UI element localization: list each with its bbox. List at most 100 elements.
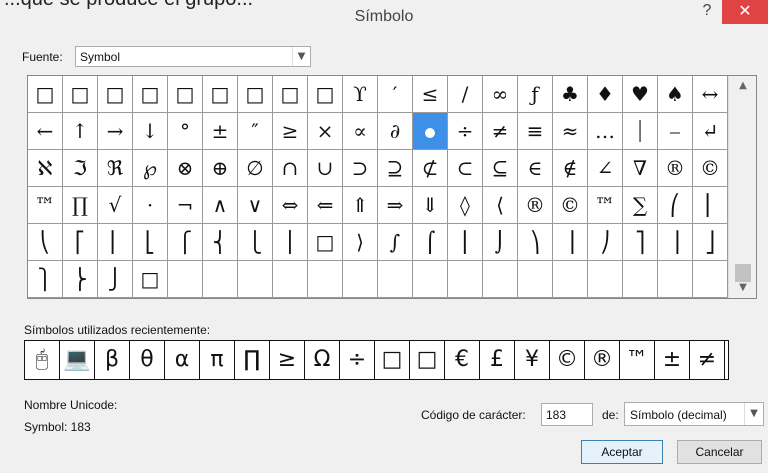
symbol-cell[interactable]: ∂ xyxy=(378,113,413,150)
symbol-cell[interactable]: ⎩ xyxy=(238,224,273,261)
symbol-cell[interactable]: ™ xyxy=(28,187,63,224)
symbol-cell[interactable]: ⊇ xyxy=(378,150,413,187)
symbol-cell[interactable] xyxy=(378,261,413,298)
symbol-cell[interactable]: ♣ xyxy=(553,76,588,113)
recent-symbol-cell[interactable]: α xyxy=(165,341,200,379)
symbol-cell[interactable]: ⇔ xyxy=(273,187,308,224)
chevron-down-icon[interactable]: ▼ xyxy=(292,47,310,66)
symbol-cell[interactable] xyxy=(588,261,623,298)
symbol-cell[interactable]: ⎜ xyxy=(693,187,728,224)
symbol-cell[interactable]: ∝ xyxy=(343,113,378,150)
symbol-cell[interactable] xyxy=(483,261,518,298)
symbol-cell[interactable] xyxy=(448,261,483,298)
symbol-cell[interactable]: ⇑ xyxy=(343,187,378,224)
recent-symbol-cell[interactable]: ® xyxy=(585,341,620,379)
symbol-cell[interactable]: ∧ xyxy=(203,187,238,224)
font-dropdown[interactable]: Symbol ▼ xyxy=(75,46,311,67)
symbol-cell[interactable] xyxy=(168,261,203,298)
symbol-cell[interactable]: ⇓ xyxy=(413,187,448,224)
symbol-cell[interactable]: ′ xyxy=(378,76,413,113)
symbol-cell[interactable]: ∑ xyxy=(623,187,658,224)
recent-symbol-cell[interactable]: ™ xyxy=(620,341,655,379)
symbol-cell[interactable]: © xyxy=(553,187,588,224)
chevron-down-icon[interactable]: ▼ xyxy=(744,403,763,425)
symbol-cell[interactable]: ℑ xyxy=(63,150,98,187)
recent-symbol-cell[interactable]: ¥ xyxy=(515,341,550,379)
symbol-cell[interactable]: □ xyxy=(63,76,98,113)
symbol-cell[interactable]: ⎝ xyxy=(28,224,63,261)
symbol-cell[interactable]: ≈ xyxy=(553,113,588,150)
symbol-cell[interactable]: ⎡ xyxy=(63,224,98,261)
recent-symbol-cell[interactable]: © xyxy=(550,341,585,379)
symbol-cell-selected[interactable] xyxy=(413,113,448,150)
symbol-cell[interactable]: ∏ xyxy=(63,187,98,224)
symbol-cell[interactable]: □ xyxy=(98,76,133,113)
symbol-cell[interactable]: ⎦ xyxy=(693,224,728,261)
symbol-cell[interactable]: ⊄ xyxy=(413,150,448,187)
symbol-cell[interactable] xyxy=(518,261,553,298)
symbol-cell[interactable] xyxy=(413,261,448,298)
symbol-cell[interactable]: ⎣ xyxy=(133,224,168,261)
recent-symbol-cell[interactable]: 🖰 xyxy=(25,341,60,379)
symbol-cell[interactable]: ∩ xyxy=(273,150,308,187)
symbol-cell[interactable]: ⎮ xyxy=(448,224,483,261)
recent-symbol-cell[interactable]: Ω xyxy=(305,341,340,379)
scroll-down-arrow-icon[interactable]: ▼ xyxy=(729,278,756,298)
character-code-input[interactable]: 183 xyxy=(541,403,593,426)
symbol-cell[interactable]: ⎞ xyxy=(518,224,553,261)
symbol-cell[interactable]: … xyxy=(588,113,623,150)
symbol-cell[interactable]: ↵ xyxy=(693,113,728,150)
cancel-button[interactable]: Cancelar xyxy=(677,440,762,464)
close-button[interactable]: ✕ xyxy=(722,0,768,24)
symbol-cell[interactable] xyxy=(553,261,588,298)
symbol-cell[interactable]: ∞ xyxy=(483,76,518,113)
symbol-cell[interactable]: ⇐ xyxy=(308,187,343,224)
symbol-cell[interactable]: ⎤ xyxy=(623,224,658,261)
symbol-cell[interactable]: ⊆ xyxy=(483,150,518,187)
symbol-cell[interactable]: ± xyxy=(203,113,238,150)
symbol-cell[interactable]: ® xyxy=(658,150,693,187)
symbol-cell[interactable]: ⎧ xyxy=(168,224,203,261)
symbol-cell[interactable]: ∉ xyxy=(553,150,588,187)
recent-symbol-cell[interactable]: β xyxy=(95,341,130,379)
symbol-cell[interactable]: ♥ xyxy=(623,76,658,113)
symbol-cell[interactable]: ∪ xyxy=(308,150,343,187)
symbol-cell[interactable]: ∇ xyxy=(623,150,658,187)
symbol-cell[interactable] xyxy=(273,261,308,298)
symbol-cell[interactable]: ← xyxy=(28,113,63,150)
symbol-cell[interactable]: ⎬ xyxy=(63,261,98,298)
symbol-cell[interactable]: ¬ xyxy=(168,187,203,224)
symbol-cell[interactable]: ℵ xyxy=(28,150,63,187)
symbol-cell[interactable] xyxy=(203,261,238,298)
symbol-cell[interactable]: □ xyxy=(28,76,63,113)
symbol-cell[interactable]: ⌠ xyxy=(413,224,448,261)
symbol-cell[interactable]: ° xyxy=(168,113,203,150)
symbol-cell[interactable]: ⎯ xyxy=(658,113,693,150)
symbol-cell[interactable]: → xyxy=(98,113,133,150)
symbol-cell[interactable]: □ xyxy=(133,261,168,298)
symbol-cell[interactable]: □ xyxy=(238,76,273,113)
symbol-cell[interactable]: □ xyxy=(168,76,203,113)
symbol-cell[interactable] xyxy=(658,261,693,298)
symbol-cell[interactable]: · xyxy=(133,187,168,224)
symbol-cell[interactable]: ⎠ xyxy=(588,224,623,261)
accept-button[interactable]: Aceptar xyxy=(581,440,663,464)
symbol-cell[interactable]: ⇒ xyxy=(378,187,413,224)
symbol-cell[interactable] xyxy=(238,261,273,298)
symbol-cell[interactable]: © xyxy=(693,150,728,187)
symbol-cell[interactable] xyxy=(343,261,378,298)
scroll-up-arrow-icon[interactable]: ▲ xyxy=(729,76,756,96)
from-dropdown[interactable]: Símbolo (decimal) ▼ xyxy=(624,402,764,426)
symbol-cell[interactable]: ⟩ xyxy=(343,224,378,261)
symbol-cell[interactable]: ≤ xyxy=(413,76,448,113)
recent-symbol-cell[interactable]: ± xyxy=(655,341,690,379)
symbol-cell[interactable]: ↓ xyxy=(133,113,168,150)
symbol-cell[interactable]: ∫ xyxy=(378,224,413,261)
symbol-cell[interactable]: ♦ xyxy=(588,76,623,113)
symbol-cell[interactable] xyxy=(308,261,343,298)
recent-symbol-cell[interactable]: £ xyxy=(480,341,515,379)
symbol-cell[interactable]: ⎭ xyxy=(98,261,133,298)
symbol-cell[interactable]: ℜ xyxy=(98,150,133,187)
recent-symbol-cell[interactable]: ≠ xyxy=(690,341,725,379)
symbol-cell[interactable]: ⎟ xyxy=(553,224,588,261)
